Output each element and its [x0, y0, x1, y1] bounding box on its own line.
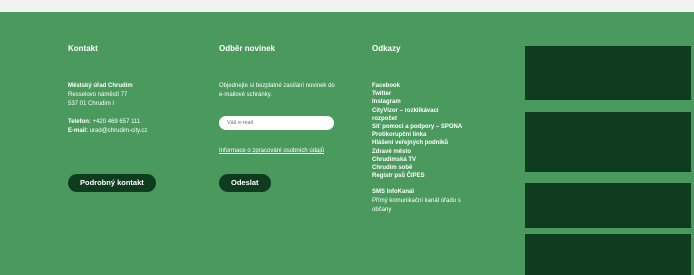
address-line-2: 537 01 Chrudim I: [68, 101, 115, 107]
phone-value[interactable]: +420 469 657 111: [93, 119, 141, 125]
link-cityvizor[interactable]: CityVizor – rozklikávací rozpočet: [372, 107, 462, 123]
link-twitter[interactable]: Twitter: [372, 90, 512, 98]
link-spona[interactable]: Síť pomoci a podpory – SPONA: [372, 123, 512, 131]
office-name: Městský úřad Chrudim: [68, 83, 133, 89]
link-facebook[interactable]: Facebook: [372, 82, 512, 90]
newsletter-column: Odběr novinek Objednejte si bezplatné za…: [219, 44, 349, 100]
newsletter-description: Objednejte si bezplatné zasílání novinek…: [219, 83, 335, 98]
email-label: E-mail:: [68, 128, 89, 134]
link-healthy-city[interactable]: Zdravé město: [372, 148, 512, 156]
detailed-contact-button[interactable]: Podrobný kontakt: [68, 174, 156, 192]
link-public-enterprises[interactable]: Hlášení veřejných podniků: [372, 139, 512, 147]
promo-box-2[interactable]: [525, 112, 691, 172]
privacy-info-link[interactable]: Informace o zpracování osobních údajů: [219, 147, 334, 156]
newsletter-heading: Odběr novinek: [219, 44, 276, 53]
promo-box-4[interactable]: [525, 234, 691, 275]
promo-box-1[interactable]: [525, 46, 691, 100]
sms-infokanal-title[interactable]: SMS InfoKanál: [372, 188, 512, 196]
email-row: E-mail: urad@chrudim-city.cz: [68, 127, 208, 136]
links-list: Facebook Twitter Instagram CityVizor – r…: [372, 82, 512, 180]
newsletter-submit-button[interactable]: Odeslat: [219, 174, 271, 192]
links-heading: Odkazy: [372, 44, 401, 53]
email-value[interactable]: urad@chrudim-city.cz: [90, 128, 148, 134]
links-column: Odkazy Facebook Twitter Instagram CityVi…: [372, 44, 512, 215]
page-top-strip: [0, 0, 694, 12]
promo-box-3[interactable]: [525, 183, 691, 228]
contact-heading: Kontakt: [68, 44, 98, 53]
address-line-1: Resselovo náměstí 77: [68, 92, 128, 98]
phone-label: Telefon:: [68, 119, 91, 125]
link-instagram[interactable]: Instagram: [372, 98, 512, 106]
link-chrudim-tv[interactable]: Chrudimská TV: [372, 156, 512, 164]
newsletter-email-input[interactable]: Váš e-mail: [219, 116, 334, 130]
sms-infokanal-description: Přímý komunikační kanál úřadu s občany: [372, 197, 461, 213]
link-dog-registry[interactable]: Registr psů ČIPES: [372, 172, 512, 180]
link-chrudim-sobe[interactable]: Chrudim sobě: [372, 164, 512, 172]
contact-column: Kontakt Městský úřad Chrudim Resselovo n…: [68, 44, 208, 136]
link-anticorruption[interactable]: Protikorupční linka: [372, 131, 512, 139]
phone-row: Telefon: +420 469 657 111: [68, 118, 208, 127]
